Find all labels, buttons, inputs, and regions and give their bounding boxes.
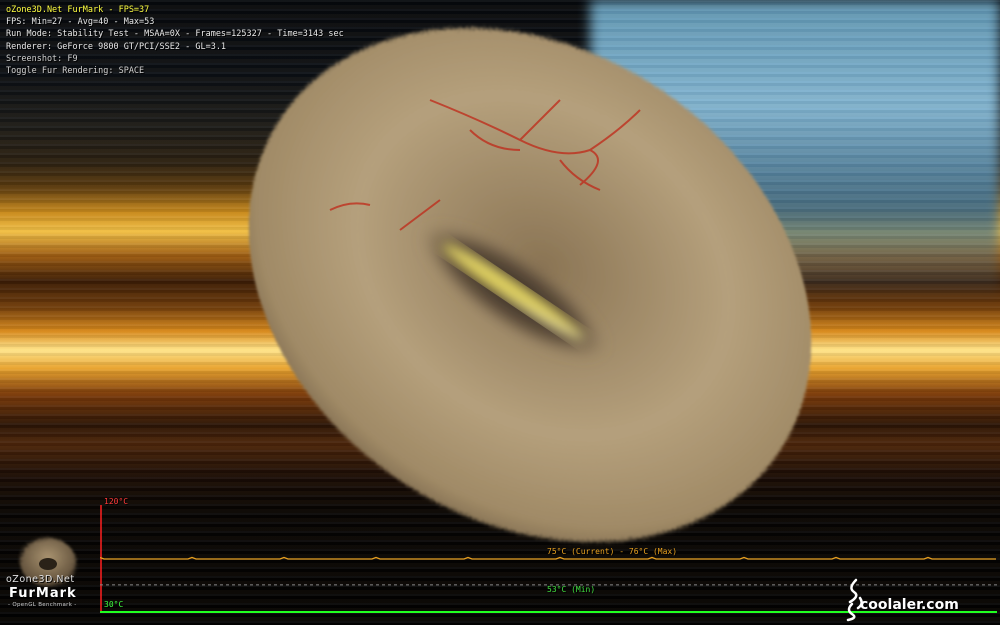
- logo-subtitle: - OpenGL Benchmark -: [8, 602, 77, 608]
- hud-renderer: Renderer: GeForce 9800 GT/PCI/SSE2 - GL=…: [6, 41, 227, 52]
- graph-current-label: 75°C (Current) - 76°C (Max): [547, 547, 678, 556]
- hud-title: oZone3D.Net FurMark - FPS=37: [6, 5, 150, 15]
- hud-screenshot-hint: Screenshot: F9: [6, 53, 78, 64]
- hud-toggle-hint: Toggle Fur Rendering: SPACE: [6, 66, 145, 77]
- watermark-text: coolaler.com: [860, 597, 959, 613]
- logo-name: FurMark: [9, 586, 77, 601]
- graph-min-label: 30°C: [104, 600, 124, 609]
- graph-max-label: 120°C: [104, 497, 129, 506]
- hud-overlay: oZone3D.Net FurMark - FPS=37 FPS: Min=27…: [6, 4, 344, 77]
- hud-run-mode: Run Mode: Stability Test - MSAA=0X - Fra…: [6, 29, 344, 40]
- render-viewport: oZone3D.Net FurMark - FPS=37 FPS: Min=27…: [0, 0, 1000, 625]
- graph-temperature-trace: [100, 556, 996, 560]
- graph-minvalue-label: 53°C (Min): [547, 585, 596, 594]
- logo-brand: oZone3D.Net: [6, 574, 75, 585]
- hud-fps: FPS: Min=27 - Avg=40 - Max=53: [6, 17, 155, 28]
